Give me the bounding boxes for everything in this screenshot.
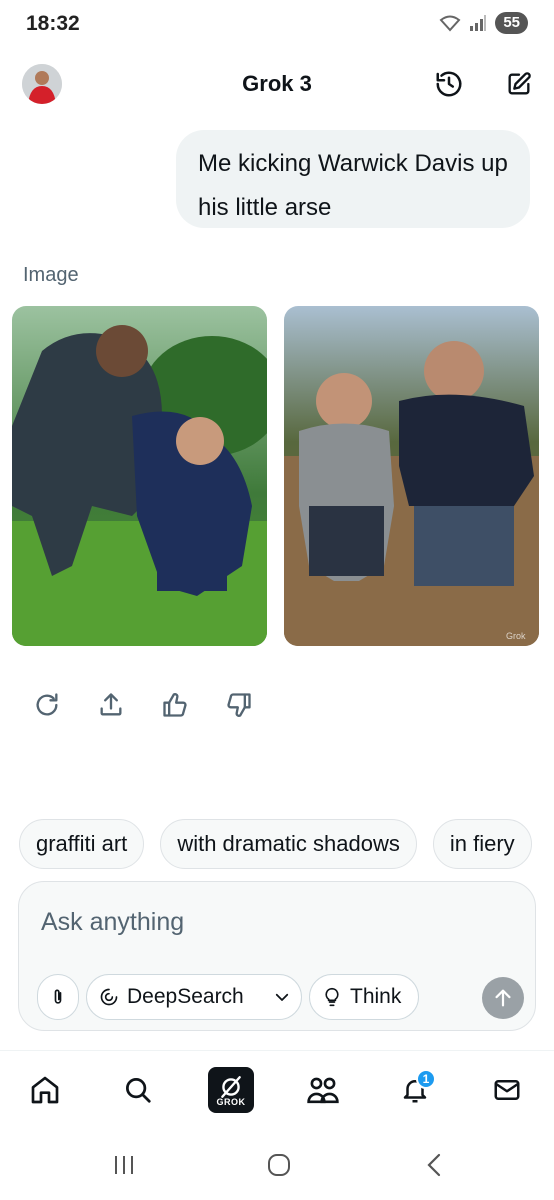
suggestion-chip[interactable]: in fiery <box>432 819 532 869</box>
status-icons: 55 <box>439 12 528 34</box>
suggestion-chips: graffiti art with dramatic shadows in fier… <box>19 819 554 869</box>
nav-grok[interactable]: GROK <box>208 1067 254 1113</box>
thumbs-up-icon <box>163 693 187 717</box>
like-button[interactable] <box>158 688 192 722</box>
nav-search[interactable] <box>115 1067 161 1113</box>
share-button[interactable] <box>94 688 128 722</box>
home-circle-icon <box>268 1154 290 1176</box>
lightbulb-icon <box>325 987 339 1007</box>
new-chat-button[interactable] <box>500 65 538 103</box>
think-label: Think <box>350 985 402 1008</box>
edit-icon <box>508 72 531 95</box>
chevron-down-icon <box>275 993 289 1001</box>
wifi-icon <box>439 15 461 32</box>
nav-communities[interactable] <box>300 1067 346 1113</box>
generated-image-2[interactable]: Grok <box>284 306 539 646</box>
grok-label: GROK <box>216 1096 246 1107</box>
user-message: Me kicking Warwick Davis up his little a… <box>176 130 530 228</box>
system-nav <box>0 1140 554 1190</box>
arrow-up-icon <box>495 989 511 1007</box>
thumbs-down-icon <box>227 693 251 717</box>
regenerate-icon <box>36 693 58 716</box>
deepsearch-icon <box>100 988 118 1006</box>
deepsearch-button[interactable]: DeepSearch <box>86 974 302 1020</box>
watermark: Grok <box>506 631 526 641</box>
regenerate-button[interactable] <box>30 688 64 722</box>
header: Grok 3 <box>0 58 554 110</box>
notification-badge: 1 <box>416 1069 436 1089</box>
deepsearch-label: DeepSearch <box>127 985 244 1008</box>
composer: DeepSearch Think <box>18 881 536 1031</box>
recent-apps-button[interactable] <box>104 1150 144 1180</box>
send-button[interactable] <box>482 977 524 1019</box>
suggestion-chip[interactable]: graffiti art <box>19 819 145 869</box>
search-icon <box>126 1078 151 1103</box>
page-title: Grok 3 <box>242 71 312 96</box>
paperclip-icon <box>54 989 62 1004</box>
attach-button[interactable] <box>37 974 79 1020</box>
nav-home[interactable] <box>22 1067 68 1113</box>
status-bar: 18:32 55 <box>0 0 554 48</box>
image-label: Image <box>23 264 79 286</box>
history-button[interactable] <box>430 65 468 103</box>
bottom-nav: GROK 1 <box>0 1050 554 1130</box>
people-icon <box>307 1077 339 1104</box>
history-icon <box>436 71 462 97</box>
battery-indicator: 55 <box>495 12 528 34</box>
home-system-button[interactable] <box>259 1150 299 1180</box>
message-actions <box>30 688 256 722</box>
nav-messages[interactable] <box>484 1067 530 1113</box>
back-icon <box>427 1153 441 1177</box>
share-icon <box>100 693 122 716</box>
think-button[interactable]: Think <box>309 974 419 1020</box>
signal-icon <box>470 15 487 31</box>
recent-apps-icon <box>115 1156 133 1174</box>
ask-input[interactable] <box>41 908 501 937</box>
suggestion-chip[interactable]: with dramatic shadows <box>160 819 417 869</box>
back-button[interactable] <box>414 1150 454 1180</box>
generated-image-1[interactable] <box>12 306 267 646</box>
home-icon <box>31 1076 59 1104</box>
dislike-button[interactable] <box>222 688 256 722</box>
status-time: 18:32 <box>26 12 80 35</box>
mail-icon <box>494 1080 520 1100</box>
nav-notifications[interactable]: 1 <box>392 1067 438 1113</box>
